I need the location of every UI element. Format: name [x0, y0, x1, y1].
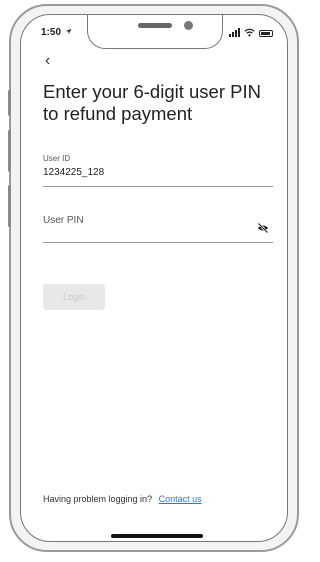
- eye-off-icon[interactable]: [257, 223, 269, 233]
- wifi-icon: [244, 28, 255, 37]
- page-title: Enter your 6-digit user PIN to refund pa…: [43, 81, 261, 124]
- user-id-label: User ID: [43, 154, 71, 163]
- status-time: 1:50: [41, 27, 72, 38]
- camera: [184, 21, 193, 30]
- back-button[interactable]: ‹: [45, 53, 50, 69]
- phone-side-button: [8, 185, 11, 227]
- signal-icon: [229, 28, 240, 37]
- notch: [87, 15, 223, 49]
- user-pin-field[interactable]: User PIN: [43, 215, 273, 243]
- footer: Having problem logging in? Contact us: [43, 494, 202, 504]
- speaker: [138, 23, 172, 28]
- phone-side-button: [8, 90, 11, 116]
- footer-prompt: Having problem logging in?: [43, 494, 153, 504]
- location-arrow-icon: [65, 28, 72, 35]
- user-pin-placeholder: User PIN: [43, 215, 84, 226]
- user-id-field[interactable]: User ID 1234225_128: [43, 154, 273, 187]
- status-icons: [229, 26, 273, 37]
- phone-side-button: [8, 130, 11, 172]
- battery-icon: [259, 30, 273, 37]
- app-screen: 1:50 ‹ Enter your 6-digit user PIN to re…: [20, 14, 288, 542]
- home-indicator: [111, 534, 203, 538]
- login-button[interactable]: Login: [43, 284, 105, 310]
- user-id-value: 1234225_128: [43, 167, 105, 178]
- contact-us-link[interactable]: Contact us: [159, 494, 202, 504]
